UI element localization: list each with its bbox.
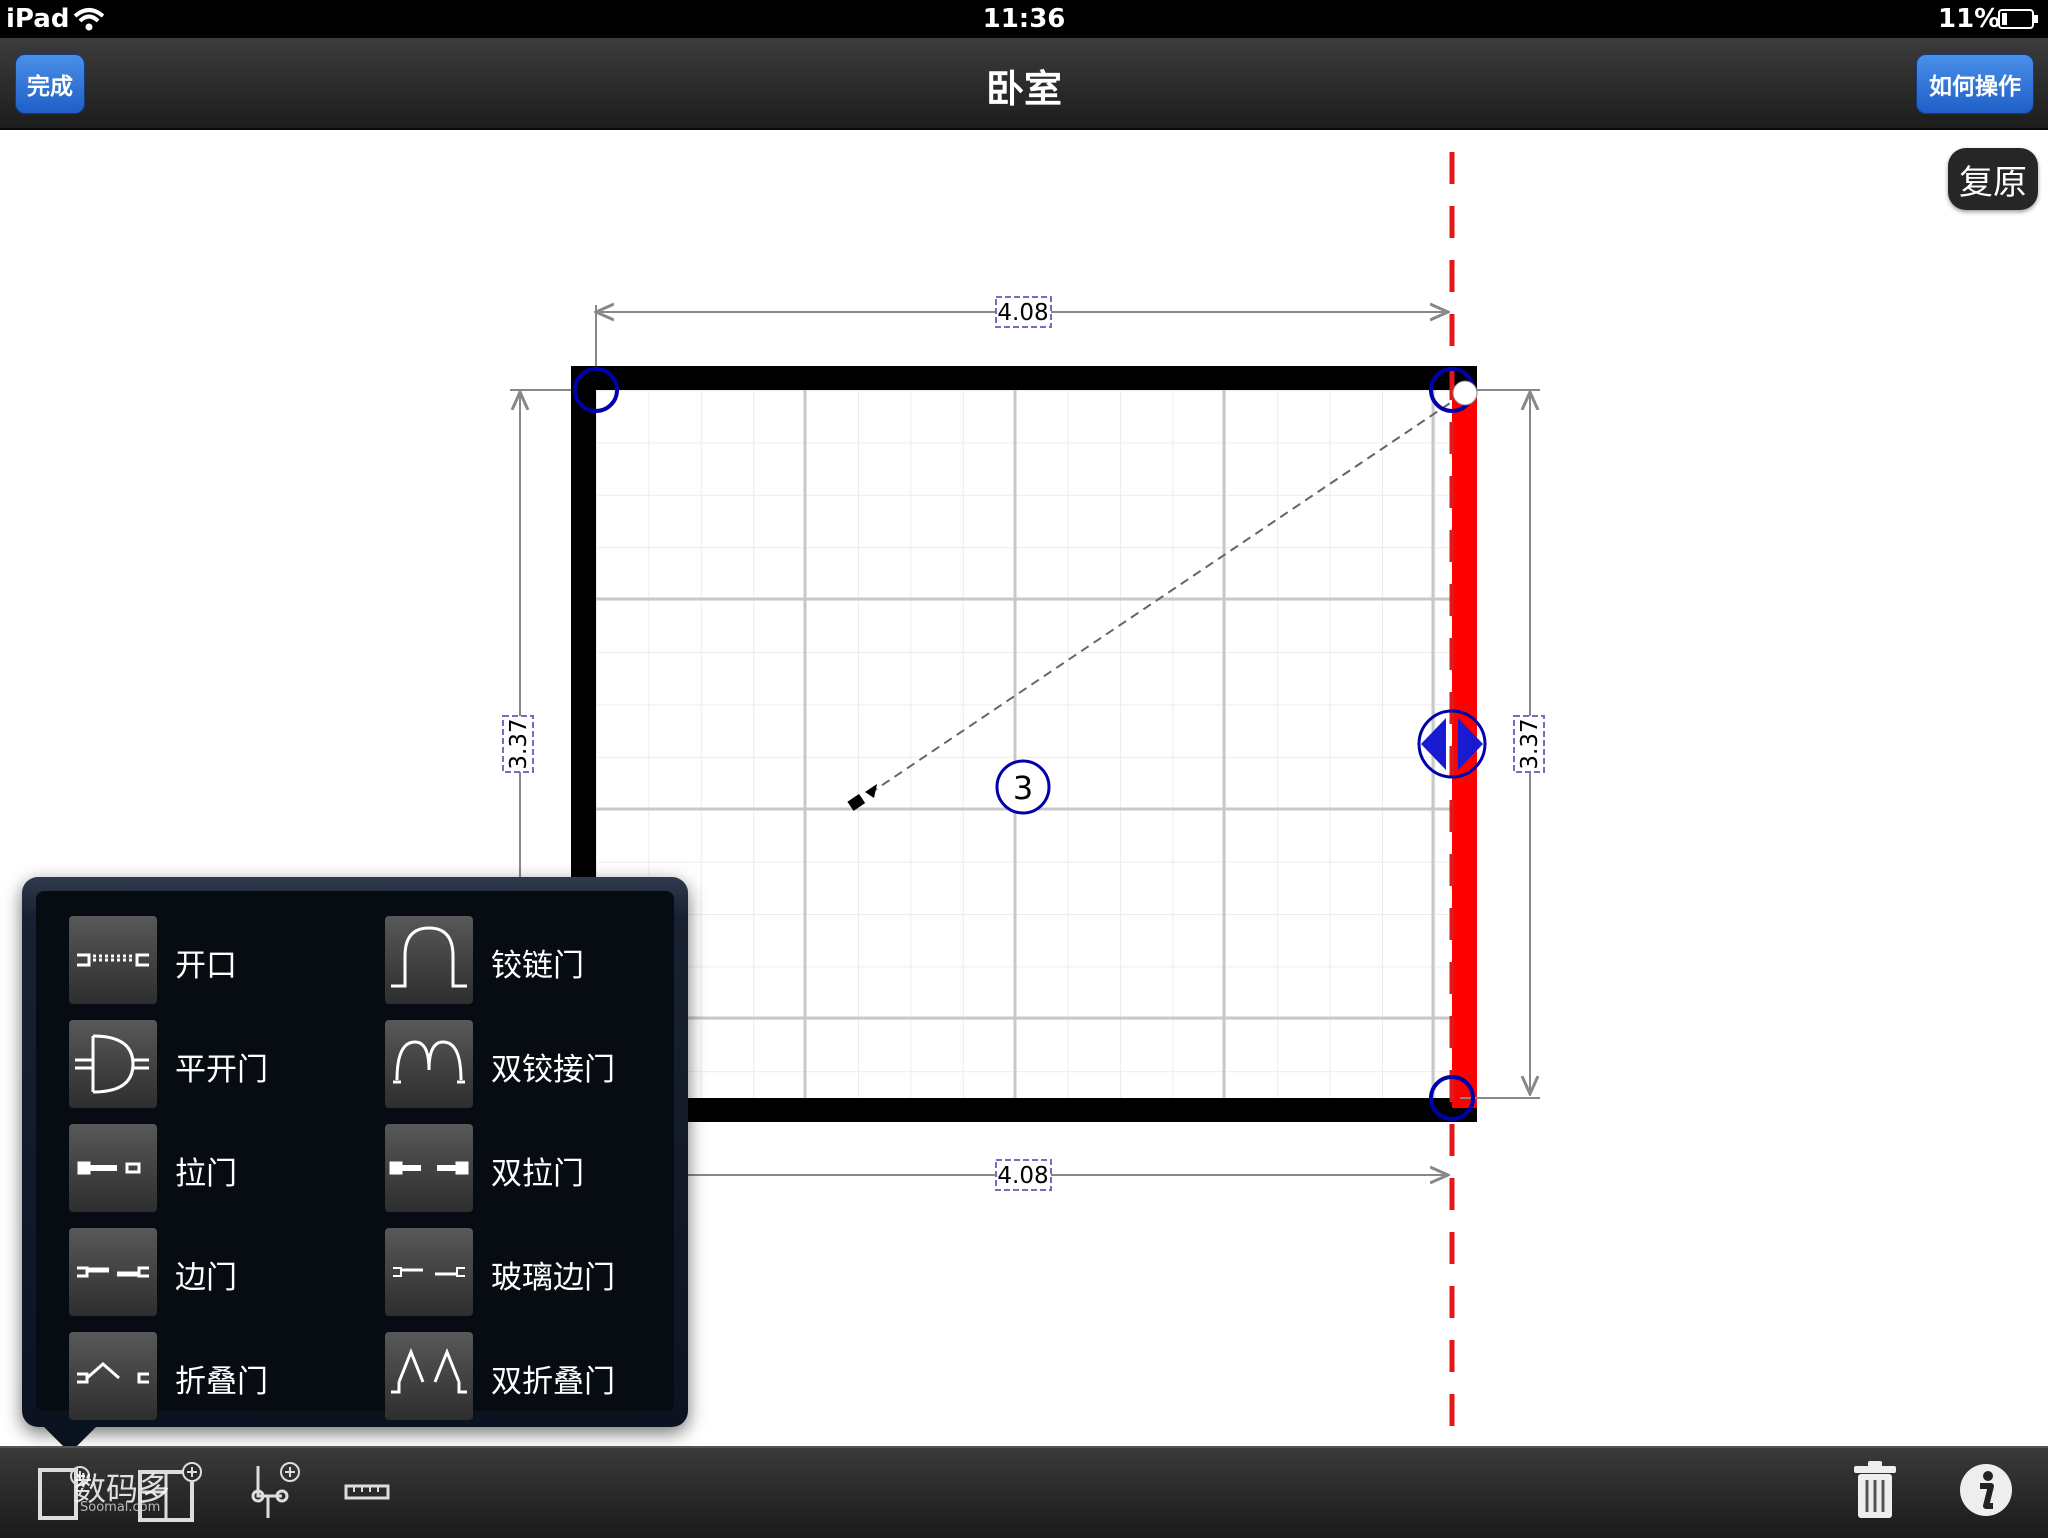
dimension-bottom[interactable]: 4.08: [995, 1159, 1052, 1191]
door-option-folding[interactable]: 折叠门: [69, 1332, 369, 1420]
side-door-icon: [69, 1228, 157, 1316]
door-option-label: 开口: [175, 948, 237, 984]
drag-dot[interactable]: [1452, 380, 1478, 406]
door-type-popover: 开口 铰链门 平开门 双铰接门 拉门 双拉门 边门 玻璃边门 折叠门 双折叠门: [22, 877, 688, 1427]
watermark-subtext: Soomal.com: [80, 1500, 161, 1515]
door-option-side[interactable]: 边门: [69, 1228, 369, 1316]
room-grid: [596, 390, 1452, 1098]
opening-icon: [69, 916, 157, 1004]
swing-door-icon: [69, 1020, 157, 1108]
bottom-toolbar: 数码多 Soomal.com: [0, 1446, 2048, 1538]
door-option-label: 双拉门: [491, 1156, 584, 1192]
dimension-bottom-label: 4.08: [997, 1163, 1048, 1189]
double-folding-door-icon: [385, 1332, 473, 1420]
dimension-right[interactable]: 3.37: [1513, 715, 1545, 773]
door-option-label: 玻璃边门: [491, 1260, 615, 1296]
door-option-label: 铰链门: [491, 948, 584, 984]
door-type-list: 开口 铰链门 平开门 双铰接门 拉门 双拉门 边门 玻璃边门 折叠门 双折叠门: [36, 891, 674, 1420]
door-option-glass-side[interactable]: 玻璃边门: [385, 1228, 685, 1316]
dimension-top[interactable]: 4.08: [995, 296, 1052, 328]
dimension-left-label: 3.37: [506, 718, 532, 769]
door-option-double-hinged[interactable]: 双铰接门: [385, 1020, 685, 1108]
double-sliding-door-icon: [385, 1124, 473, 1212]
door-option-sliding[interactable]: 拉门: [69, 1124, 369, 1212]
trash-icon[interactable]: [1850, 1460, 1900, 1522]
door-option-double-folding[interactable]: 双折叠门: [385, 1332, 685, 1420]
door-option-label: 边门: [175, 1260, 237, 1296]
sliding-door-icon: [69, 1124, 157, 1212]
door-option-opening[interactable]: 开口: [69, 916, 369, 1004]
info-icon[interactable]: [1958, 1462, 2014, 1518]
door-option-double-sliding[interactable]: 双拉门: [385, 1124, 685, 1212]
door-option-hinged[interactable]: 铰链门: [385, 916, 685, 1004]
ruler-icon[interactable]: [344, 1480, 392, 1504]
dimension-right-label: 3.37: [1517, 718, 1543, 769]
hinged-door-icon: [385, 916, 473, 1004]
door-option-label: 双铰接门: [491, 1052, 615, 1088]
door-option-label: 平开门: [175, 1052, 268, 1088]
restore-button[interactable]: 复原: [1948, 148, 2038, 210]
room-number-badge[interactable]: 3: [995, 759, 1051, 815]
door-option-label: 双折叠门: [491, 1364, 615, 1400]
folding-door-icon: [69, 1332, 157, 1420]
dimension-left[interactable]: 3.37: [502, 715, 534, 773]
door-option-swing[interactable]: 平开门: [69, 1020, 369, 1108]
room-number: 3: [1013, 769, 1033, 807]
double-hinged-door-icon: [385, 1020, 473, 1108]
door-option-label: 折叠门: [175, 1364, 268, 1400]
door-option-label: 拉门: [175, 1156, 237, 1192]
glass-side-door-icon: [385, 1228, 473, 1316]
add-point-icon[interactable]: [248, 1460, 308, 1526]
dimension-top-label: 4.08: [997, 300, 1048, 326]
